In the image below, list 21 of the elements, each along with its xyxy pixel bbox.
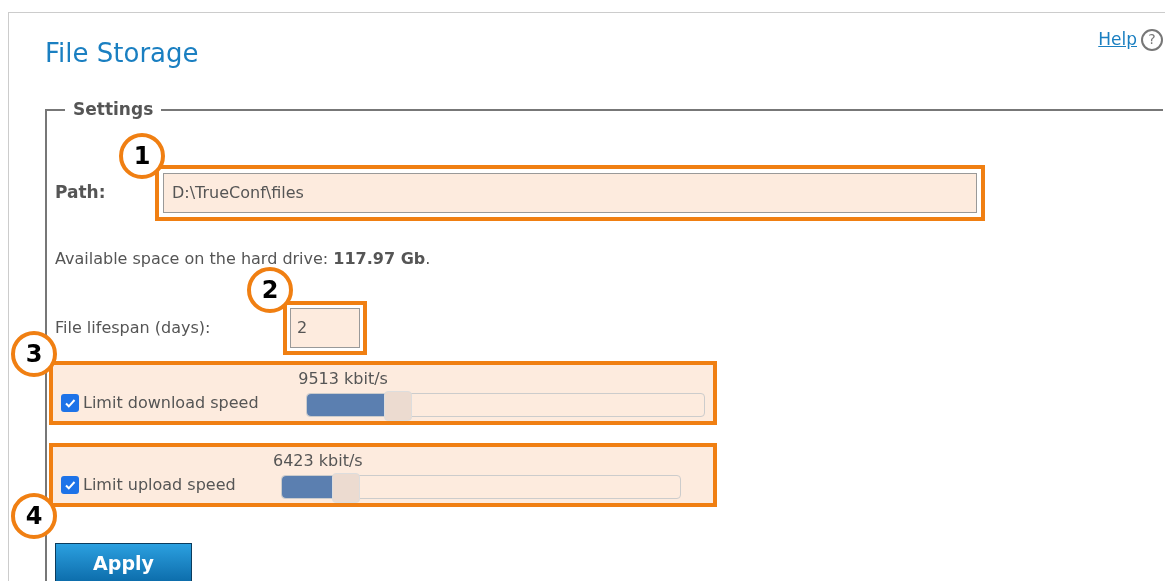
page-title: File Storage	[45, 37, 199, 69]
checkbox-label[interactable]: Limit upload speed	[61, 472, 281, 497]
lifespan-field[interactable]: 2	[290, 307, 360, 348]
speed-reading: 9513 kbit/s	[298, 368, 388, 389]
callout-number: 2	[247, 266, 293, 313]
help-icon[interactable]: ?	[1141, 28, 1163, 51]
checkbox[interactable]	[61, 393, 79, 412]
apply-button[interactable]: Apply	[55, 542, 192, 581]
checkbox[interactable]	[61, 475, 79, 494]
callout-number: 3	[11, 330, 57, 377]
lifespan-label: File lifespan (days):	[55, 316, 212, 339]
settings-legend: Settings	[65, 97, 162, 123]
help-link[interactable]: Help	[1098, 27, 1137, 53]
slider-handle[interactable]	[384, 390, 413, 421]
path-label: Path:	[55, 180, 107, 204]
callout-number: 1	[119, 132, 165, 179]
callout-number: 4	[11, 492, 57, 539]
checkbox-label[interactable]: Limit download speed	[61, 390, 307, 415]
speed-reading: 6423 kbit/s	[273, 450, 363, 471]
slider-handle[interactable]	[331, 472, 360, 503]
path-field[interactable]: D:\TrueConf\files	[163, 172, 977, 213]
